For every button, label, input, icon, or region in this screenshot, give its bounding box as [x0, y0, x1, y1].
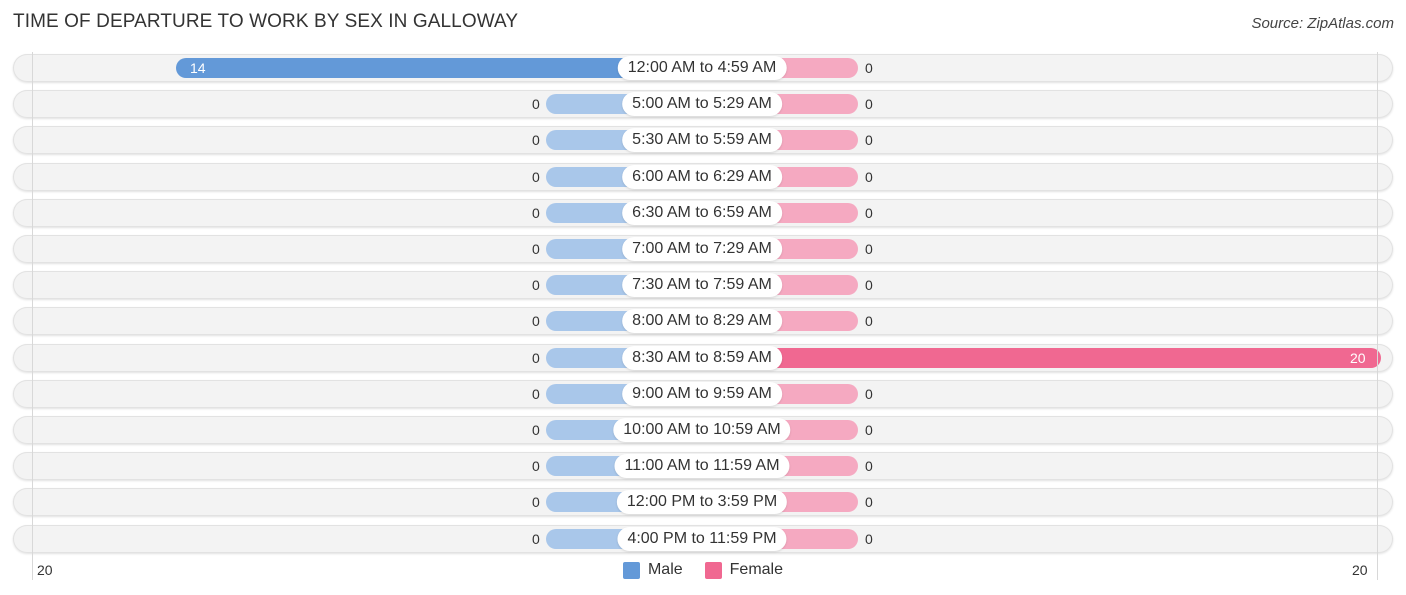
category-label: 5:30 AM to 5:59 AM [622, 128, 782, 152]
legend-label-male: Male [647, 561, 683, 578]
category-label: 10:00 AM to 10:59 AM [613, 418, 791, 442]
bar-female[interactable] [702, 348, 1381, 368]
value-label-female: 0 [865, 60, 873, 76]
category-label: 11:00 AM to 11:59 AM [614, 454, 790, 478]
value-label-male: 0 [532, 458, 540, 474]
value-label-female: 20 [1350, 350, 1366, 366]
value-label-male: 0 [532, 422, 540, 438]
value-label-male: 0 [532, 531, 540, 547]
value-label-female: 0 [865, 531, 873, 547]
value-label-male: 0 [532, 205, 540, 221]
category-label: 7:30 AM to 7:59 AM [622, 273, 782, 297]
value-label-male: 0 [532, 169, 540, 185]
category-label: 12:00 AM to 4:59 AM [617, 56, 787, 80]
category-label: 8:00 AM to 8:29 AM [622, 309, 782, 333]
value-label-female: 0 [865, 277, 873, 293]
value-label-female: 0 [865, 241, 873, 257]
chart-area: 14 0 12:00 AM to 4:59 AM 0 0 5:00 AM to 5:29 … [0, 0, 1406, 595]
value-label-female: 0 [865, 132, 873, 148]
value-label-female: 0 [865, 458, 873, 474]
value-label-male: 0 [532, 132, 540, 148]
value-label-female: 0 [865, 386, 873, 402]
value-label-male: 0 [532, 386, 540, 402]
value-label-male: 0 [532, 96, 540, 112]
value-label-male: 14 [190, 60, 206, 76]
category-label: 6:30 AM to 6:59 AM [622, 201, 782, 225]
value-label-male: 0 [532, 241, 540, 257]
category-label: 6:00 AM to 6:29 AM [622, 165, 782, 189]
value-label-male: 0 [532, 313, 540, 329]
category-label: 7:00 AM to 7:29 AM [622, 237, 782, 261]
category-label: 12:00 PM to 3:59 PM [616, 490, 788, 514]
value-label-female: 0 [865, 169, 873, 185]
legend-item-male[interactable]: Male [622, 561, 683, 579]
value-label-male: 0 [532, 277, 540, 293]
category-label: 4:00 PM to 11:59 PM [617, 527, 787, 551]
value-label-male: 0 [532, 350, 540, 366]
legend-label-female: Female [729, 561, 784, 578]
value-label-female: 0 [865, 494, 873, 510]
category-label: 8:30 AM to 8:59 AM [622, 346, 782, 370]
value-label-male: 0 [532, 494, 540, 510]
legend-swatch-male [622, 561, 640, 579]
category-label: 5:00 AM to 5:29 AM [622, 92, 782, 116]
value-label-female: 0 [865, 422, 873, 438]
axis-line-right [1377, 52, 1378, 580]
legend: Male Female [0, 561, 1406, 579]
category-label: 9:00 AM to 9:59 AM [622, 382, 782, 406]
legend-item-female[interactable]: Female [704, 561, 784, 579]
axis-line-left [32, 52, 33, 580]
value-label-female: 0 [865, 96, 873, 112]
value-label-female: 0 [865, 205, 873, 221]
legend-swatch-female [704, 561, 722, 579]
value-label-female: 0 [865, 313, 873, 329]
